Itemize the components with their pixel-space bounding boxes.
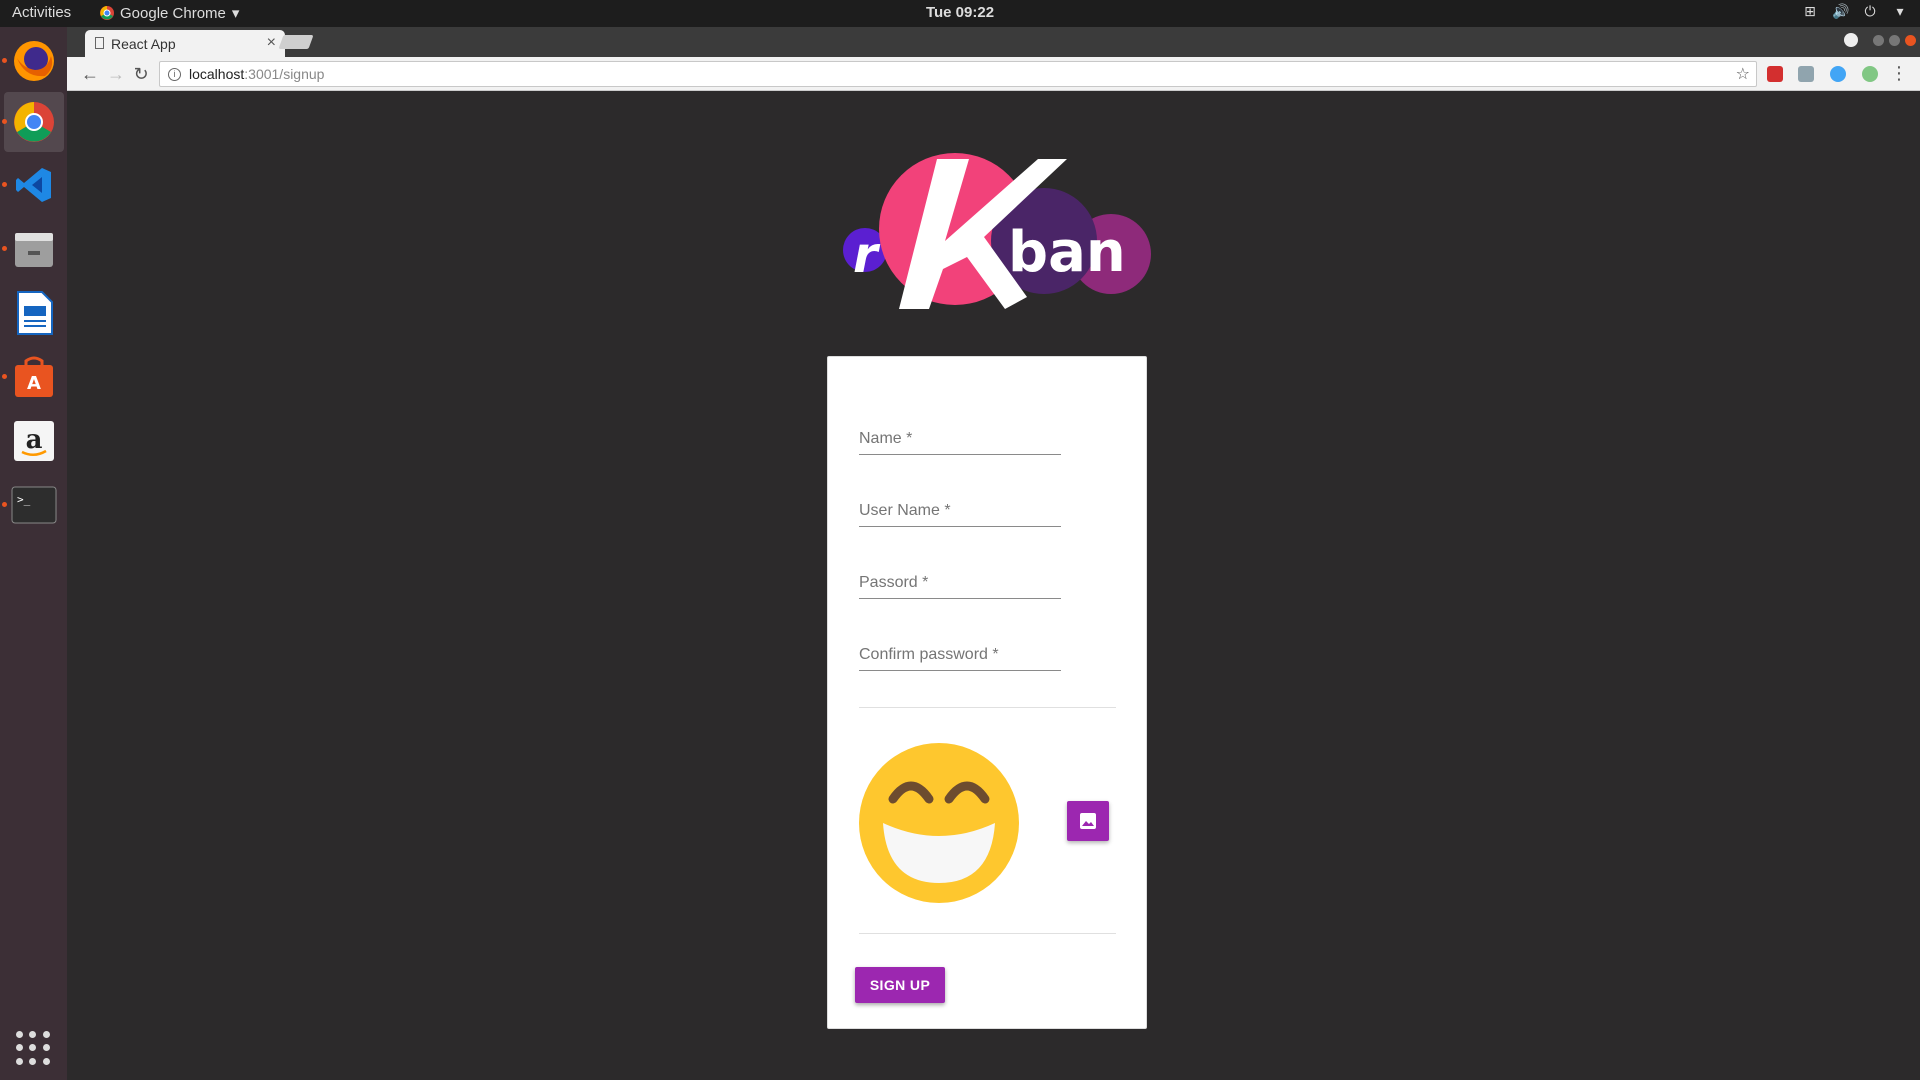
logo-letter-r: r: [853, 226, 881, 284]
tab-title: React App: [111, 35, 176, 52]
extension-gray-icon[interactable]: [1798, 66, 1814, 82]
url-path: :3001/signup: [244, 66, 325, 82]
signup-button[interactable]: SIGN UP: [855, 967, 945, 1003]
close-tab-icon[interactable]: ×: [267, 34, 276, 52]
dock-files[interactable]: [2, 219, 64, 279]
extension-red-icon[interactable]: [1767, 66, 1783, 82]
clock[interactable]: Tue 09:22: [0, 4, 1920, 21]
browser-toolbar: ← → ↻ i localhost:3001/signup ☆ ⋮: [67, 57, 1920, 91]
back-arrow-icon[interactable]: ←: [79, 63, 101, 85]
system-top-bar: Activities Google Chrome ▾ Tue 09:22 ⊞ 🔊…: [0, 0, 1920, 27]
upload-image-button[interactable]: [1067, 801, 1109, 841]
window-controls: [1844, 33, 1916, 47]
svg-text:A: A: [27, 373, 41, 394]
svg-text:a: a: [26, 425, 43, 455]
dock-firefox[interactable]: [2, 31, 64, 91]
chrome-icon: [14, 102, 54, 142]
running-indicator: [2, 119, 7, 124]
forward-arrow-icon[interactable]: →: [105, 63, 127, 85]
minimize-button[interactable]: [1873, 34, 1884, 46]
running-indicator: [2, 502, 7, 507]
dock-vscode[interactable]: [2, 155, 64, 215]
confirm-password-field[interactable]: Confirm password *: [859, 641, 1061, 671]
smiley-avatar-icon: [859, 743, 1019, 903]
svg-text:>_: >_: [17, 493, 31, 506]
password-field[interactable]: Passord *: [859, 569, 1061, 599]
url-host: localhost: [189, 66, 245, 82]
new-tab-button[interactable]: [278, 35, 314, 49]
amazon-icon: a: [14, 421, 54, 461]
more-menu-icon[interactable]: ⋮: [1890, 63, 1908, 84]
page-icon: [95, 37, 104, 49]
terminal-icon: >_: [11, 486, 57, 524]
ubuntu-dock: A a >_: [0, 27, 67, 1080]
dock-amazon[interactable]: a: [4, 411, 64, 471]
tab-react-app[interactable]: React App ×: [85, 30, 285, 57]
running-indicator: [2, 58, 7, 63]
dock-writer[interactable]: [4, 283, 64, 343]
running-indicator: [2, 246, 7, 251]
chevron-down-icon[interactable]: ▾: [1892, 3, 1908, 19]
maximize-button[interactable]: [1889, 34, 1900, 46]
running-indicator: [2, 182, 7, 187]
writer-icon: [17, 291, 53, 335]
dock-chrome[interactable]: [2, 92, 64, 152]
browser-window: React App × ← → ↻ i localhost:3001/signu…: [67, 27, 1920, 1080]
tab-strip: React App ×: [67, 27, 1920, 57]
username-field-label: User Name *: [859, 502, 951, 519]
dock-software[interactable]: A: [2, 347, 64, 407]
firefox-icon: [14, 41, 54, 81]
address-bar[interactable]: i localhost:3001/signup ☆: [159, 61, 1757, 87]
dock-terminal[interactable]: >_: [2, 475, 64, 535]
reload-icon[interactable]: ↻: [130, 63, 152, 85]
vscode-icon: [16, 168, 51, 202]
divider: [859, 707, 1116, 708]
logo-word-ban: ban: [1008, 220, 1126, 285]
confirm-password-field-label: Confirm password *: [859, 646, 999, 663]
username-field[interactable]: User Name *: [859, 497, 1061, 527]
running-indicator: [2, 374, 7, 379]
software-center-icon: A: [15, 356, 53, 397]
show-applications-icon[interactable]: [16, 1031, 50, 1065]
extension-green-icon[interactable]: [1862, 66, 1878, 82]
bookmark-star-icon[interactable]: ☆: [1736, 64, 1750, 84]
network-icon[interactable]: ⊞: [1802, 3, 1818, 19]
divider: [859, 933, 1116, 934]
extension-blue-icon[interactable]: [1830, 66, 1846, 82]
page-content: r ban Name * User Name * Passord * Confi…: [67, 91, 1920, 1080]
image-icon: [1080, 813, 1096, 829]
files-icon: [15, 233, 53, 267]
name-field[interactable]: Name *: [859, 425, 1061, 455]
password-field-label: Passord *: [859, 574, 929, 591]
profile-icon[interactable]: [1844, 33, 1858, 47]
rkban-logo: r ban: [843, 153, 1151, 309]
name-field-label: Name *: [859, 430, 913, 447]
info-icon[interactable]: i: [168, 67, 181, 81]
signup-card: Name * User Name * Passord * Confirm pas…: [827, 356, 1147, 1029]
system-tray[interactable]: ⊞ 🔊 ⏻ ▾: [1802, 3, 1908, 19]
close-window-button[interactable]: [1905, 34, 1916, 46]
power-icon[interactable]: ⏻: [1862, 3, 1878, 19]
volume-icon[interactable]: 🔊: [1832, 3, 1849, 19]
